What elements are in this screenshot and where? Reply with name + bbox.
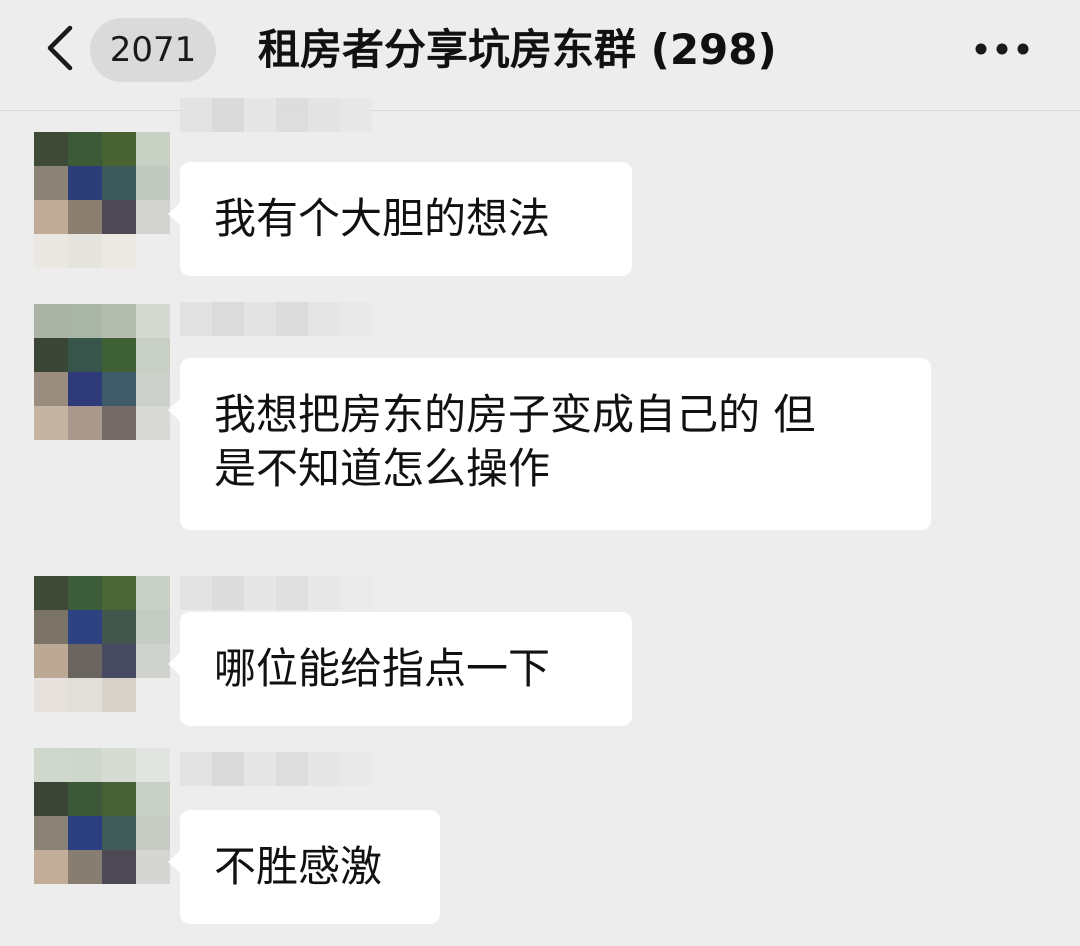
message-bubble[interactable]: 我想把房东的房子变成自己的 但 是不知道怎么操作 — [168, 358, 931, 530]
chat-screen: 2071 租房者分享坑房东群 (298) 我有个大胆的想法 我想把房东的房子变成… — [0, 0, 1080, 946]
message-text: 哪位能给指点一下 — [214, 644, 551, 693]
sender-name-blurred — [180, 576, 372, 610]
more-options-button[interactable] — [968, 24, 1036, 76]
message-row: 我有个大胆的想法 — [0, 94, 1080, 284]
ellipsis-icon — [974, 41, 1030, 60]
message-text: 不胜感激 — [214, 842, 383, 891]
message-row: 不胜感激 — [0, 740, 1080, 940]
chevron-left-icon — [44, 24, 76, 76]
message-row: 哪位能给指点一下 — [0, 548, 1080, 734]
avatar[interactable] — [34, 748, 170, 884]
message-text: 我有个大胆的想法 — [214, 194, 551, 243]
message-bubble[interactable]: 我有个大胆的想法 — [168, 162, 632, 276]
avatar[interactable] — [34, 576, 170, 712]
sender-name-blurred — [180, 752, 372, 786]
avatar[interactable] — [34, 304, 170, 440]
back-button[interactable] — [36, 22, 84, 78]
sender-name-blurred — [180, 98, 372, 132]
avatar[interactable] — [34, 132, 170, 268]
chat-title: 租房者分享坑房东群 (298) — [258, 25, 777, 74]
message-bubble[interactable]: 不胜感激 — [168, 810, 440, 924]
sender-name-blurred — [180, 302, 372, 336]
message-text: 我想把房东的房子变成自己的 但 是不知道怎么操作 — [214, 390, 816, 493]
unread-count-badge[interactable]: 2071 — [90, 18, 216, 82]
message-bubble[interactable]: 哪位能给指点一下 — [168, 612, 632, 726]
message-row: 我想把房东的房子变成自己的 但 是不知道怎么操作 — [0, 300, 1080, 540]
